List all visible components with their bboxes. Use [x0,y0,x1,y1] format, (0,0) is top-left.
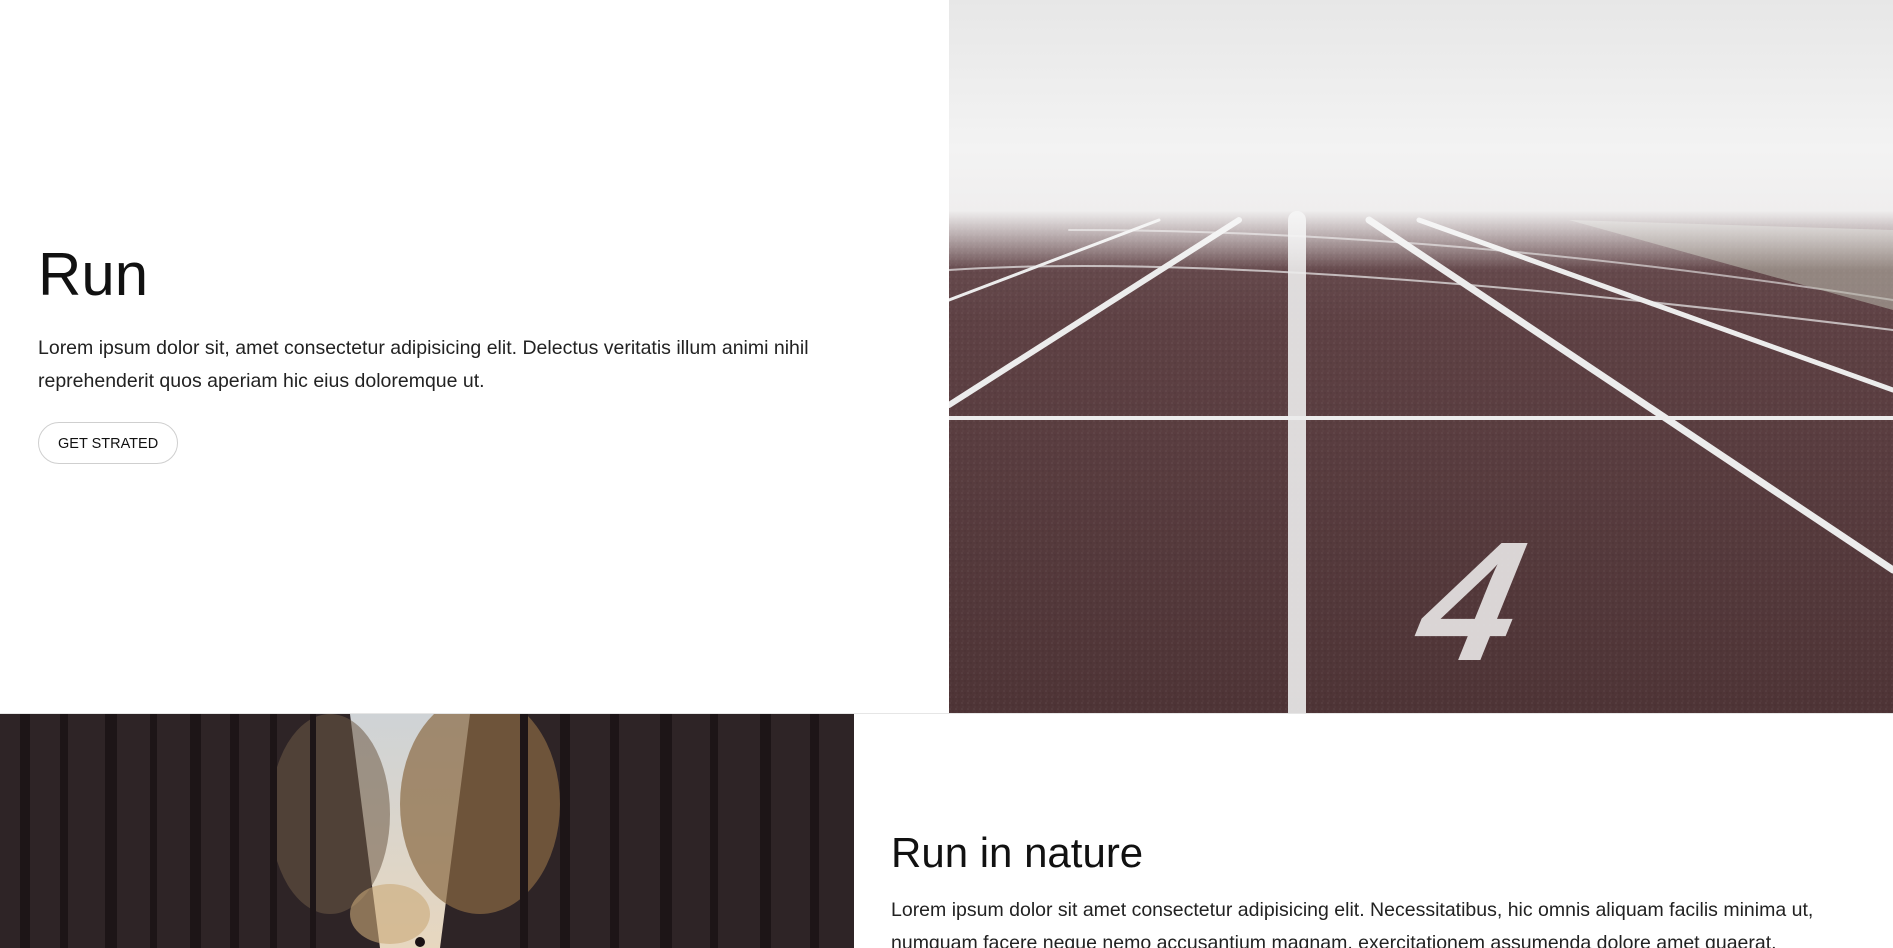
hero-text-block: Run Lorem ipsum dolor sit, amet consecte… [38,238,898,464]
nature-text-block: Run in nature Lorem ipsum dolor sit amet… [891,826,1871,948]
running-track-image: 3 4 [949,0,1893,713]
forest-trail-image [0,714,854,948]
hero-section: Run Lorem ipsum dolor sit, amet consecte… [0,0,1893,713]
hero-title: Run [38,241,149,308]
nature-title: Run in nature [891,829,1144,876]
hero-description: Lorem ipsum dolor sit, amet consectetur … [38,337,809,392]
nature-description: Lorem ipsum dolor sit amet consectetur a… [891,899,1814,948]
page: Run Lorem ipsum dolor sit, amet consecte… [0,0,1893,948]
get-started-button[interactable]: GET STRATED [38,422,179,464]
